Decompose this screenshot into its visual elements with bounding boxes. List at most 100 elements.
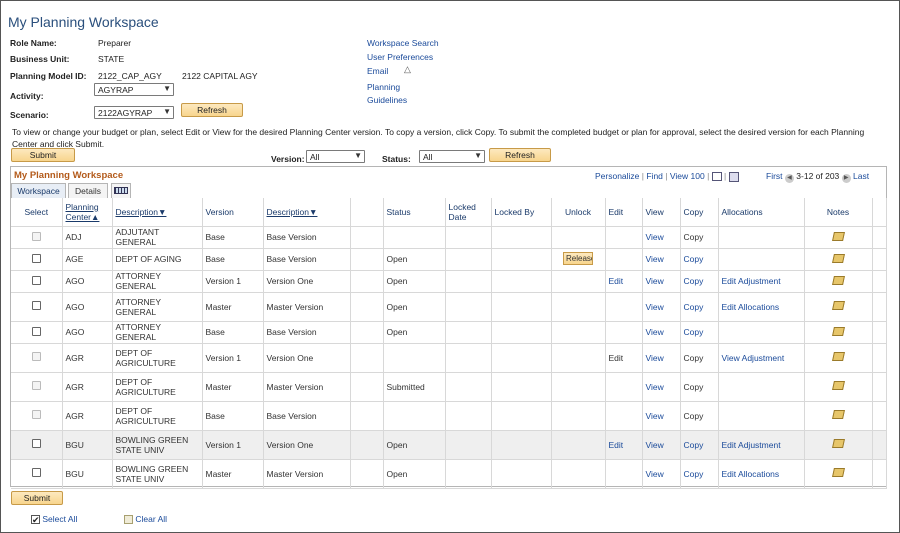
unlock-cell (551, 372, 606, 402)
row-checkbox[interactable] (31, 468, 41, 477)
description-cell: DEPT OF AGRICULTURE (112, 401, 203, 431)
show-all-columns-icon[interactable] (111, 183, 131, 198)
refresh-button-top[interactable]: Refresh (181, 103, 243, 117)
notes-icon[interactable] (831, 253, 845, 263)
planning-center-cell: AGR (62, 401, 113, 431)
view-link[interactable]: View (646, 353, 664, 363)
view-link[interactable]: View (646, 232, 664, 242)
next-icon[interactable]: ▶ (841, 174, 851, 183)
view-link[interactable]: View (646, 327, 664, 337)
view-link[interactable]: View (646, 411, 664, 421)
table-row: AGO ATTORNEY GENERAL Version 1 Version One O… (11, 270, 887, 293)
version-description-cell: Version One (263, 270, 351, 293)
table-row: BGU BOWLING GREEN STATE UNIV Version 1 Vers… (11, 430, 887, 460)
header-notes: Notes (804, 198, 873, 227)
planning-center-cell: AGO (62, 270, 113, 293)
copy-link[interactable]: Copy (684, 440, 704, 450)
activity-select[interactable]: AGYRAP ▼ (94, 83, 174, 96)
header-planning-center[interactable]: Planning Center▲ (62, 198, 113, 227)
previous-icon[interactable]: ◀ (784, 174, 794, 183)
check-icon: ✔ (31, 515, 40, 526)
release-button[interactable]: Release (563, 251, 593, 265)
email-link[interactable]: Email (367, 66, 388, 76)
copy-link[interactable]: Copy (684, 327, 704, 337)
planning-guidelines-link[interactable]: Planning Guidelines (367, 82, 407, 105)
row-checkbox[interactable] (31, 301, 41, 310)
row-checkbox[interactable] (31, 253, 41, 263)
header-description[interactable]: Description▼ (112, 198, 203, 227)
notes-icon[interactable] (831, 301, 845, 310)
description-cell: BOWLING GREEN STATE UNIV (112, 459, 203, 489)
edit-link[interactable]: Edit (609, 276, 624, 286)
clear-all-link[interactable]: Clear All (135, 514, 167, 524)
clear-all-control[interactable]: Clear All (124, 514, 167, 525)
unlock-cell (551, 226, 606, 249)
notes-icon[interactable] (831, 468, 845, 477)
submit-button-top[interactable]: Submit (11, 148, 75, 162)
notes-icon[interactable] (831, 410, 845, 419)
blank-cell (350, 401, 384, 431)
allocations-link[interactable]: Edit Allocations (722, 469, 780, 479)
first-link[interactable]: First (766, 171, 783, 181)
view-link[interactable]: View (646, 254, 664, 264)
user-preferences-link[interactable]: User Preferences (367, 52, 433, 62)
allocations-link[interactable]: Edit Allocations (722, 302, 780, 312)
notes-icon[interactable] (831, 326, 845, 336)
status-select[interactable]: All ▼ (419, 150, 485, 163)
select-all-link[interactable]: Select All (42, 514, 77, 524)
locked-date-cell (445, 248, 492, 271)
edit-cell (605, 248, 643, 271)
copy-link: Copy (683, 381, 704, 392)
download-grid-icon[interactable] (728, 171, 739, 182)
notes-icon[interactable] (831, 231, 845, 241)
header-version-description[interactable]: Description▼ (263, 198, 351, 227)
chevron-down-icon: ▼ (163, 84, 171, 93)
workspace-search-link[interactable]: Workspace Search (367, 38, 439, 48)
edit-cell (605, 226, 643, 249)
notes-icon[interactable] (831, 352, 845, 361)
find-link[interactable]: Find (646, 171, 663, 181)
edit-link[interactable]: Edit (609, 440, 624, 450)
tab-workspace[interactable]: Workspace (11, 183, 66, 198)
notes-icon[interactable] (831, 381, 845, 390)
locked-date-cell (445, 343, 492, 373)
view-link[interactable]: View (646, 440, 664, 450)
version-description-cell: Base Version (263, 401, 351, 431)
notes-icon[interactable] (831, 275, 845, 285)
scenario-select[interactable]: 2122AGYRAP ▼ (94, 106, 174, 119)
allocations-link[interactable]: Edit Adjustment (722, 440, 781, 450)
status-cell (383, 343, 446, 373)
allocations-link[interactable]: Edit Adjustment (722, 276, 781, 286)
refresh-button-grid[interactable]: Refresh (489, 148, 551, 162)
notes-cell (804, 459, 873, 489)
row-checkbox[interactable] (31, 326, 41, 336)
edit-cell: Edit (605, 270, 643, 293)
copy-link[interactable]: Copy (684, 469, 704, 479)
copy-link[interactable]: Copy (684, 276, 704, 286)
copy-link[interactable]: Copy (684, 254, 704, 264)
view-link[interactable]: View (646, 469, 664, 479)
notes-cell (804, 292, 873, 322)
view-100-link[interactable]: View 100 (670, 171, 705, 181)
locked-date-cell (445, 226, 492, 249)
notes-icon[interactable] (831, 439, 845, 448)
personalize-link[interactable]: Personalize (595, 171, 639, 181)
new-window-icon[interactable] (711, 172, 722, 182)
version-select[interactable]: All ▼ (306, 150, 365, 163)
status-cell (383, 401, 446, 431)
view-link[interactable]: View (646, 302, 664, 312)
select-all-control[interactable]: ✔ Select All (31, 514, 77, 526)
view-link[interactable]: View (646, 276, 664, 286)
header-locked-by: Locked By (491, 198, 552, 227)
view-link[interactable]: View (646, 382, 664, 392)
allocations-link[interactable]: View Adjustment (722, 353, 785, 363)
view-cell: View (642, 226, 681, 249)
locked-date-cell (445, 292, 492, 322)
notes-cell (804, 343, 873, 373)
copy-link[interactable]: Copy (684, 302, 704, 312)
tab-details[interactable]: Details (68, 183, 108, 198)
row-checkbox[interactable] (31, 439, 41, 448)
last-link[interactable]: Last (853, 171, 869, 181)
submit-button-bottom[interactable]: Submit (11, 491, 63, 505)
row-checkbox[interactable] (31, 275, 41, 285)
